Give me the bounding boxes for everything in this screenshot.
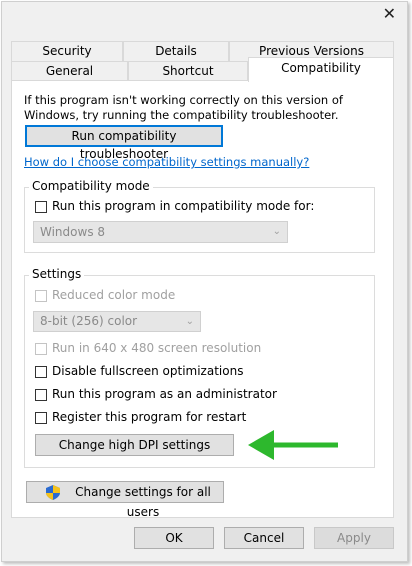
compatibility-mode-checkbox[interactable] bbox=[35, 201, 47, 213]
register-restart-label: Register this program for restart bbox=[52, 410, 247, 424]
settings-legend: Settings bbox=[29, 267, 85, 281]
chevron-down-icon: ⌄ bbox=[185, 316, 194, 327]
tab-shortcut[interactable]: Shortcut bbox=[128, 61, 248, 81]
run-troubleshooter-button[interactable]: Run compatibility troubleshooter bbox=[25, 125, 223, 161]
compatibility-mode-label: Run this program in compatibility mode f… bbox=[52, 199, 315, 213]
disable-fullscreen-label: Disable fullscreen optimizations bbox=[52, 364, 244, 378]
green-arrow-icon bbox=[248, 430, 338, 460]
change-all-users-label: Change settings for all users bbox=[75, 485, 211, 519]
intro-text: If this program isn't working correctly … bbox=[24, 93, 343, 122]
run-640-checkbox[interactable] bbox=[35, 343, 47, 355]
apply-button[interactable]: Apply bbox=[314, 527, 394, 549]
ok-button[interactable]: OK bbox=[134, 527, 214, 549]
color-mode-value: 8-bit (256) color bbox=[40, 314, 138, 328]
close-icon[interactable]: ✕ bbox=[383, 6, 396, 22]
reduced-color-label: Reduced color mode bbox=[52, 288, 176, 302]
os-version-select[interactable]: Windows 8 ⌄ bbox=[33, 221, 288, 243]
chevron-down-icon: ⌄ bbox=[272, 226, 281, 237]
manual-settings-link[interactable]: How do I choose compatibility settings m… bbox=[24, 155, 309, 169]
tab-general[interactable]: General bbox=[11, 61, 128, 81]
tab-details[interactable]: Details bbox=[123, 41, 229, 61]
run-640-label: Run in 640 x 480 screen resolution bbox=[52, 341, 262, 355]
register-restart-checkbox[interactable] bbox=[35, 412, 47, 424]
compatibility-mode-legend: Compatibility mode bbox=[29, 179, 153, 193]
uac-shield-icon bbox=[46, 485, 60, 500]
change-all-users-button[interactable]: Change settings for all users bbox=[26, 481, 224, 519]
run-as-admin-label: Run this program as an administrator bbox=[52, 387, 277, 401]
run-as-admin-checkbox[interactable] bbox=[35, 389, 47, 401]
os-version-value: Windows 8 bbox=[40, 225, 106, 239]
tab-compatibility[interactable]: Compatibility bbox=[248, 57, 394, 82]
cancel-button[interactable]: Cancel bbox=[224, 527, 304, 549]
change-dpi-button[interactable]: Change high DPI settings bbox=[35, 434, 234, 456]
color-mode-select[interactable]: 8-bit (256) color ⌄ bbox=[33, 311, 201, 332]
compatibility-mode-group bbox=[24, 187, 375, 253]
tab-security[interactable]: Security bbox=[11, 41, 123, 61]
reduced-color-checkbox[interactable] bbox=[35, 290, 47, 302]
disable-fullscreen-checkbox[interactable] bbox=[35, 366, 47, 378]
